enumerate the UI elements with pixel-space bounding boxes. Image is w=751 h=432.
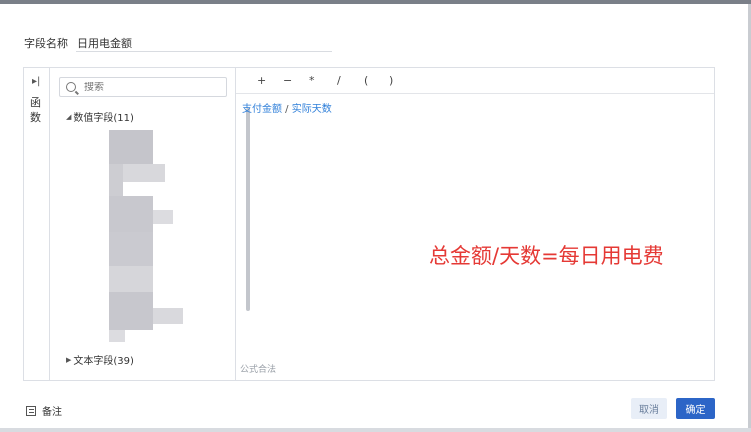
annotation-text: 总金额/天数=每日用电费: [429, 244, 664, 268]
search-input[interactable]: [84, 81, 214, 93]
note-icon: [26, 405, 36, 416]
search-icon: [66, 82, 76, 92]
blurred-field-item[interactable]: [109, 196, 153, 232]
field-name-label: 字段名称: [24, 37, 68, 50]
field-search[interactable]: [59, 77, 227, 97]
note-button[interactable]: 备注: [26, 403, 62, 418]
tree-node-label: 数值字段(11): [73, 113, 134, 124]
formula-field-token: 支付金额: [242, 104, 282, 115]
tree-node-label: 文本字段(39): [73, 356, 134, 367]
operator-plus[interactable]: +: [257, 74, 266, 87]
top-edge: [0, 0, 751, 4]
operator-left-paren[interactable]: (: [364, 74, 368, 87]
formula-panel: + − * / ( ) 支付金额 / 实际天数 公式合法: [236, 68, 714, 380]
operator-divide[interactable]: /: [337, 74, 341, 87]
blurred-field-item[interactable]: [109, 232, 153, 266]
formula-operator: /: [282, 104, 292, 115]
caret-down-icon: ◢: [66, 112, 72, 121]
function-label: 函数: [30, 96, 41, 124]
blurred-field-item[interactable]: [109, 330, 125, 342]
blurred-field-item[interactable]: [109, 164, 123, 196]
caret-right-icon: ▶: [66, 355, 72, 364]
operator-minus[interactable]: −: [283, 74, 292, 87]
bottom-edge: [0, 428, 751, 432]
confirm-button[interactable]: 确定: [676, 398, 715, 419]
operator-toolbar: + − * / ( ): [236, 68, 714, 94]
operator-right-paren[interactable]: ): [389, 74, 393, 87]
function-panel-toggle[interactable]: ▸| 函数: [24, 68, 50, 380]
field-name-row: 字段名称 日用电金额: [24, 34, 332, 52]
blurred-field-item[interactable]: [123, 164, 165, 182]
note-label: 备注: [42, 407, 62, 418]
cancel-button[interactable]: 取消: [631, 398, 667, 419]
formula-editor: ▸| 函数 ◢ 数值字段(11) ▶ 文本字段(39) + −: [23, 67, 715, 381]
operator-multiply[interactable]: *: [309, 74, 315, 87]
tree-node-numeric[interactable]: ◢ 数值字段(11): [66, 109, 134, 125]
expand-icon: ▸|: [32, 76, 41, 87]
formula-field-token: 实际天数: [291, 104, 332, 115]
blurred-field-item[interactable]: [153, 308, 183, 324]
tree-node-text[interactable]: ▶ 文本字段(39): [66, 352, 134, 368]
blurred-field-item[interactable]: [109, 130, 153, 164]
blurred-field-item[interactable]: [153, 210, 173, 224]
blurred-field-item[interactable]: [109, 266, 153, 292]
formula-input[interactable]: 支付金额 / 实际天数: [242, 100, 332, 115]
formula-status: 公式合法: [240, 365, 277, 375]
field-panel: ◢ 数值字段(11) ▶ 文本字段(39): [50, 68, 250, 380]
field-name-input[interactable]: 日用电金额: [76, 34, 332, 52]
blurred-field-item[interactable]: [109, 292, 153, 330]
field-name-value: 日用电金额: [77, 36, 132, 50]
